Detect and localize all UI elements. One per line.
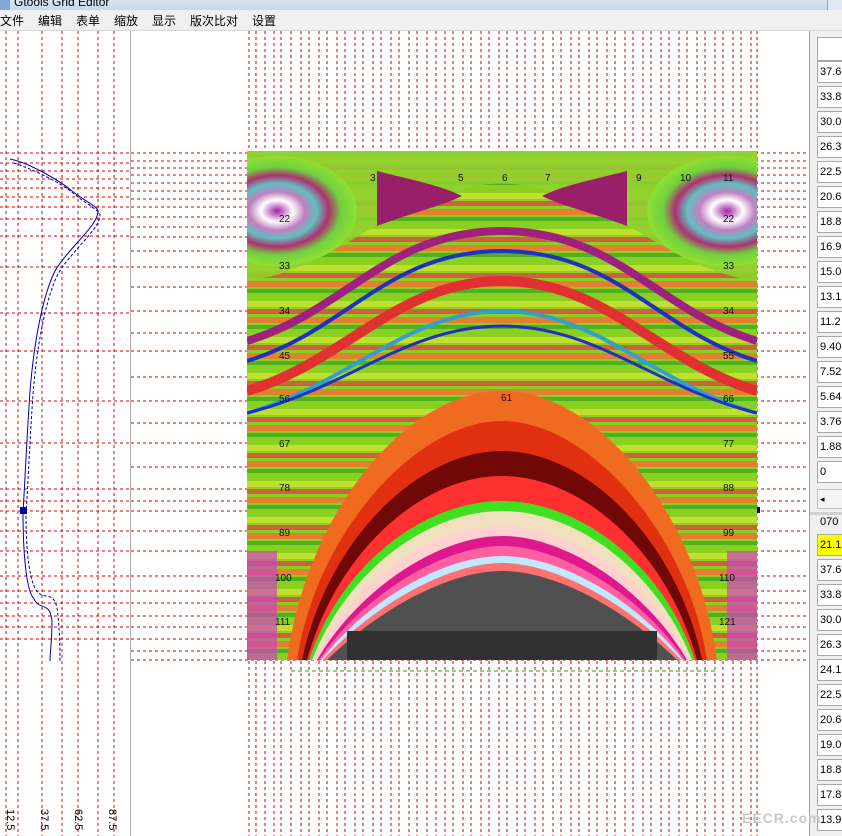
- value-cell[interactable]: 3.76: [817, 411, 842, 433]
- profile-handle: [20, 507, 27, 514]
- value-cell-selected[interactable]: 21.1: [817, 534, 842, 556]
- value-cell[interactable]: 9.40: [817, 336, 842, 358]
- value-cell[interactable]: 30.0: [817, 111, 842, 133]
- value-cell[interactable]: 7.52: [817, 361, 842, 383]
- value-cell[interactable]: 15.0: [817, 261, 842, 283]
- profile-horizontal-gridlines: [0, 152, 130, 640]
- menu-zoom[interactable]: 缩放: [114, 12, 138, 29]
- contour-label: 89: [279, 528, 291, 539]
- contour-label: 99: [723, 528, 735, 539]
- contour-label: 110: [719, 573, 735, 584]
- section-label: 070: [820, 516, 839, 528]
- contour-label: 22: [723, 214, 735, 225]
- value-cell[interactable]: 16.9: [817, 236, 842, 258]
- value-cell[interactable]: 24.1: [817, 659, 842, 681]
- value-cell[interactable]: 17.8: [817, 784, 842, 806]
- contour-label: 45: [279, 351, 291, 362]
- value-cell[interactable]: 30.0: [817, 609, 842, 631]
- contour-label: 7: [545, 173, 551, 184]
- profile-curve-dashed: [13, 162, 101, 662]
- profile-plot: [0, 31, 130, 836]
- contour-label: 88: [723, 483, 735, 494]
- value-cell[interactable]: 37.6: [817, 559, 842, 581]
- value-cell[interactable]: 33.8: [817, 584, 842, 606]
- contour-label: 34: [723, 306, 735, 317]
- contour-label: 78: [279, 483, 291, 494]
- contour-label: 56: [279, 394, 291, 405]
- value-cell[interactable]: 22.5: [817, 161, 842, 183]
- contour-label: 67: [279, 439, 291, 450]
- menu-settings[interactable]: 设置: [252, 12, 276, 29]
- contour-label: 10: [680, 173, 692, 184]
- menu-bar: 文件 编辑 表单 缩放 显示 版次比对 设置: [0, 10, 842, 31]
- contour-label: 121: [719, 617, 736, 628]
- value-cell[interactable]: 20.6: [817, 709, 842, 731]
- contour-label: 55: [723, 351, 735, 362]
- contour-label: 66: [723, 394, 735, 405]
- contour-image: [197, 151, 807, 660]
- contour-label: 100: [275, 573, 292, 584]
- contour-label: 3: [370, 173, 376, 184]
- menu-form[interactable]: 表单: [76, 12, 100, 29]
- axis-tick-2: 37.5: [38, 809, 50, 831]
- value-cell[interactable]: 13.1: [817, 286, 842, 308]
- title-bar: Gtools Grid Editor: [0, 0, 842, 10]
- profile-curve: [9, 158, 99, 662]
- value-cell[interactable]: 26.3: [817, 634, 842, 656]
- watermark: EECR.com: [742, 810, 822, 826]
- app-icon: [0, 0, 10, 10]
- horizontal-scrollbar[interactable]: ◂: [817, 489, 842, 509]
- value-cell[interactable]: 18.8: [817, 759, 842, 781]
- contour-label: 77: [723, 439, 735, 450]
- contour-label: 111: [275, 617, 291, 628]
- contour-label: 5: [458, 173, 464, 184]
- profile-vertical-gridlines: [5, 31, 115, 836]
- value-cell[interactable]: 18.8: [817, 211, 842, 233]
- window-title: Gtools Grid Editor: [14, 0, 110, 9]
- value-cell[interactable]: 20.6: [817, 186, 842, 208]
- contour-label: 22: [279, 214, 291, 225]
- value-panel[interactable]: 37.6 33.8 30.0 26.3 22.5 20.6 18.8 16.9 15.0 13.1…: [809, 31, 842, 836]
- contour-label: 33: [723, 261, 735, 272]
- contour-field[interactable]: [197, 151, 807, 660]
- menu-compare[interactable]: 版次比对: [190, 12, 238, 29]
- value-cell[interactable]: 22.5: [817, 684, 842, 706]
- contour-label: 11: [723, 173, 734, 184]
- contour-label: 34: [279, 306, 291, 317]
- value-cell[interactable]: 37.6: [817, 61, 842, 83]
- axis-tick-1: 12.5: [4, 809, 16, 831]
- axis-tick-3: 62.5: [72, 809, 84, 831]
- value-panel-header: [817, 37, 842, 61]
- value-cell[interactable]: 11.2: [817, 311, 842, 333]
- contour-label: 6: [502, 173, 508, 184]
- contour-label: 33: [279, 261, 291, 272]
- value-cell[interactable]: 5.64: [817, 386, 842, 408]
- menu-file[interactable]: 文件: [0, 12, 24, 29]
- menu-edit[interactable]: 编辑: [38, 12, 62, 29]
- contour-label: 61: [501, 393, 513, 404]
- axis-tick-4: 87.5: [106, 809, 118, 831]
- value-cell[interactable]: 0: [817, 461, 842, 483]
- value-cell[interactable]: 1.88: [817, 436, 842, 458]
- value-cell[interactable]: 26.3: [817, 136, 842, 158]
- grid-canvas[interactable]: 3 5 6 7 9 10 11 22 22 33 33 34 34 45 55 56 66 61 67 77 78 88 8…: [131, 31, 809, 836]
- menu-display[interactable]: 显示: [152, 12, 176, 29]
- splitter[interactable]: [810, 512, 842, 515]
- maximize-button[interactable]: [827, 0, 842, 10]
- value-cell[interactable]: 33.8: [817, 86, 842, 108]
- profile-panel[interactable]: 12.5 37.5 62.5 87.5: [0, 31, 131, 836]
- contour-label: 9: [636, 173, 642, 184]
- value-cell[interactable]: 19.0: [817, 734, 842, 756]
